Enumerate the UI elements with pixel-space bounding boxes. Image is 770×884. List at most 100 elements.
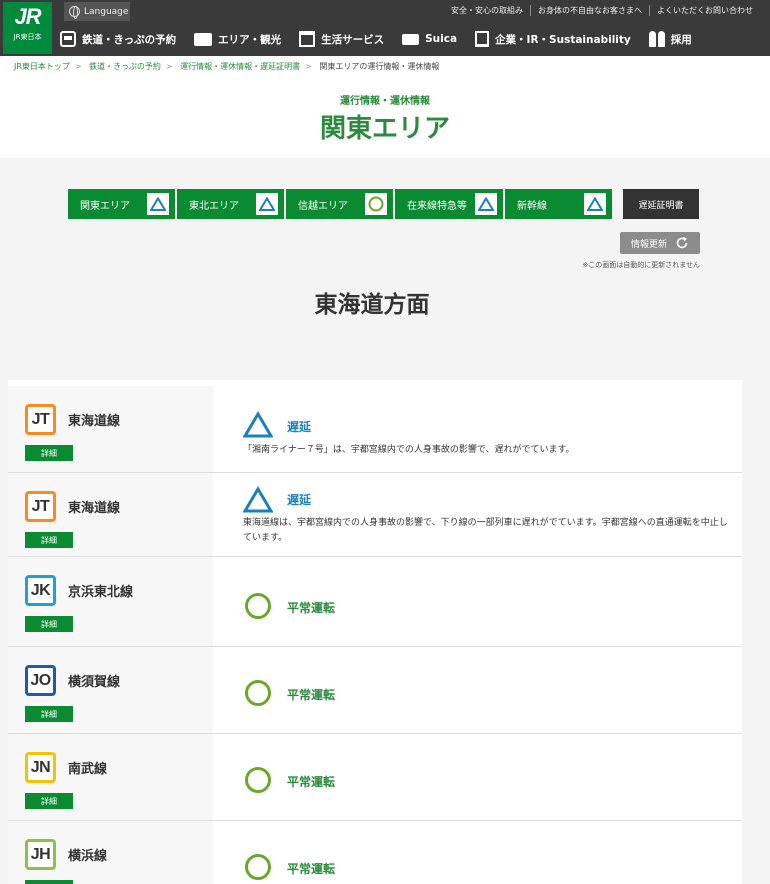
- page-subtitle: 運行情報・運休情報: [340, 96, 430, 107]
- suitcase-icon: [194, 32, 213, 46]
- status-label: 遅延: [287, 420, 312, 434]
- detail-button[interactable]: 詳細: [25, 793, 73, 809]
- tab-limited-express[interactable]: 在来線特急等: [395, 189, 503, 219]
- line-row: JO 横須賀線 詳細 平常運転: [8, 647, 742, 734]
- breadcrumb: JR東日本トップ > 鉄道・きっぷの予約 > 運行情報・運休情報・遅延証明書 > 関東…: [14, 62, 440, 71]
- line-info: JK 京浜東北線 詳細: [8, 557, 213, 646]
- global-nav: 鉄道・きっぷの予約 エリア・観光 生活サービス Suica 企業・IR・Sust…: [60, 26, 710, 52]
- top-link-safety[interactable]: 安全・安心の取組み: [444, 5, 530, 16]
- status-description: 「湘南ライナー７号」は、宇都宮線内での人身事故の影響で、遅れがでています。: [243, 445, 575, 455]
- delay-triangle-icon: [584, 193, 606, 215]
- nav-corporate[interactable]: 企業・IR・Sustainability: [475, 31, 631, 47]
- breadcrumb-item[interactable]: 鉄道・きっぷの予約: [89, 62, 161, 71]
- auto-update-note: ※この画面は自動的に更新されません: [582, 261, 700, 269]
- delay-triangle-icon: [243, 486, 273, 513]
- status-description: 東海道線は、宇都宮線内での人身事故の影響で、下り線の一部列車に遅れがでています。…: [243, 518, 728, 543]
- area-heading: 東海道方面: [314, 292, 430, 318]
- tab-label: 在来線特急等: [407, 200, 467, 212]
- page-title: 関東エリア: [319, 114, 450, 144]
- nav-recruit[interactable]: 採用: [648, 31, 692, 47]
- line-row: JK 京浜東北線 詳細 平常運転: [8, 557, 742, 647]
- nav-railway[interactable]: 鉄道・きっぷの予約: [60, 31, 176, 47]
- tab-label: 新幹線: [517, 200, 547, 212]
- card-icon: [402, 33, 420, 45]
- detail-button[interactable]: 詳細: [25, 880, 73, 884]
- nav-label: 鉄道・きっぷの予約: [82, 33, 177, 46]
- line-info: JH 横浜線 詳細: [8, 821, 213, 884]
- area-tabs: 関東エリア 東北エリア 信越エリア 在来線特急等 新幹線: [68, 189, 614, 219]
- logo-subtext: JR東日本: [13, 33, 42, 41]
- delay-triangle-icon: [243, 411, 273, 438]
- line-row: JT 東海道線 詳細 遅延 「湘南ライナー７号」は、宇都宮線内での人身事故の影響…: [8, 386, 742, 473]
- line-status-list: JT 東海道線 詳細 遅延 「湘南ライナー７号」は、宇都宮線内での人身事故の影響…: [8, 380, 742, 884]
- line-code-badge: JN: [25, 752, 56, 783]
- breadcrumb-item[interactable]: JR東日本トップ: [14, 62, 70, 71]
- tab-shinkansen[interactable]: 新幹線: [505, 189, 612, 219]
- language-button[interactable]: Language: [64, 2, 130, 21]
- line-name: 東海道線: [68, 414, 121, 429]
- delay-triangle-icon: [256, 193, 278, 215]
- line-name: 京浜東北線: [68, 585, 134, 600]
- line-name: 南武線: [68, 762, 108, 777]
- refresh-button[interactable]: 情報更新: [620, 232, 700, 254]
- utility-links: 安全・安心の取組み お身体の不自由なお客さまへ よくいただくお問い合わせ: [444, 5, 760, 16]
- status-label: 平常運転: [287, 601, 336, 615]
- refresh-icon: [676, 237, 688, 249]
- jr-logo[interactable]: JR JR東日本: [3, 2, 52, 54]
- refresh-label: 情報更新: [630, 239, 667, 250]
- line-code-badge: JT: [25, 491, 56, 522]
- line-row: JT 東海道線 詳細 遅延 東海道線は、宇都宮線内での人身事故の影響で、下り線の…: [8, 473, 742, 557]
- language-label: Language: [84, 6, 129, 17]
- detail-button[interactable]: 詳細: [25, 532, 73, 548]
- line-row: JN 南武線 詳細 平常運転: [8, 734, 742, 821]
- tab-kanto[interactable]: 関東エリア: [68, 189, 175, 219]
- normal-circle-icon: [365, 193, 387, 215]
- line-info: JT 東海道線 詳細: [8, 473, 213, 556]
- detail-button[interactable]: 詳細: [25, 445, 73, 461]
- line-name: 横浜線: [68, 849, 108, 864]
- globe-icon: [69, 6, 80, 19]
- nav-life[interactable]: 生活サービス: [299, 31, 384, 47]
- tab-label: 関東エリア: [80, 200, 130, 212]
- nav-area[interactable]: エリア・観光: [194, 32, 281, 47]
- detail-button[interactable]: 詳細: [25, 706, 73, 722]
- detail-button[interactable]: 詳細: [25, 616, 73, 632]
- top-link-accessibility[interactable]: お身体の不自由なお客さまへ: [530, 5, 649, 16]
- nav-label: エリア・観光: [218, 33, 282, 46]
- delay-triangle-icon: [475, 193, 497, 215]
- top-link-faq[interactable]: よくいただくお問い合わせ: [649, 5, 760, 16]
- status-label: 平常運転: [287, 862, 336, 876]
- line-code-badge: JT: [25, 404, 56, 435]
- logo-text: JR: [14, 4, 41, 29]
- line-row: JH 横浜線 詳細 平常運転: [8, 821, 742, 884]
- global-header: JR JR東日本 Language 安全・安心の取組み お身体の不自由なお客さま…: [0, 0, 770, 56]
- line-name: 横須賀線: [68, 675, 121, 690]
- delay-certificate-button[interactable]: 遅延証明書: [623, 189, 699, 219]
- line-info: JT 東海道線 詳細: [8, 386, 213, 472]
- nav-label: 採用: [670, 33, 692, 46]
- normal-circle-icon: [245, 680, 271, 706]
- nav-label: Suica: [425, 33, 458, 45]
- normal-circle-icon: [245, 593, 271, 619]
- tab-tohoku[interactable]: 東北エリア: [177, 189, 284, 219]
- tab-label: 東北エリア: [189, 200, 239, 212]
- breadcrumb-current: 関東エリアの運行情報・運休情報: [319, 62, 440, 71]
- delay-triangle-icon: [147, 193, 169, 215]
- normal-circle-icon: [245, 854, 271, 880]
- breadcrumb-item[interactable]: 運行情報・運休情報・遅延証明書: [180, 62, 300, 71]
- nav-label: 企業・IR・Sustainability: [495, 33, 631, 46]
- line-name: 東海道線: [68, 501, 121, 516]
- nav-suica[interactable]: Suica: [402, 33, 457, 45]
- line-code-badge: JK: [25, 575, 56, 606]
- status-label: 遅延: [287, 493, 312, 507]
- line-code-badge: JH: [25, 839, 56, 870]
- tab-shinetsu[interactable]: 信越エリア: [286, 189, 393, 219]
- shopping-bag-icon: [299, 31, 316, 47]
- status-label: 平常運転: [287, 688, 336, 702]
- people-icon: [648, 31, 665, 47]
- tab-label: 信越エリア: [298, 200, 348, 212]
- status-label: 平常運転: [287, 775, 336, 789]
- line-info: JO 横須賀線 詳細: [8, 647, 213, 733]
- line-code-badge: JO: [25, 665, 56, 696]
- train-icon: [60, 31, 76, 47]
